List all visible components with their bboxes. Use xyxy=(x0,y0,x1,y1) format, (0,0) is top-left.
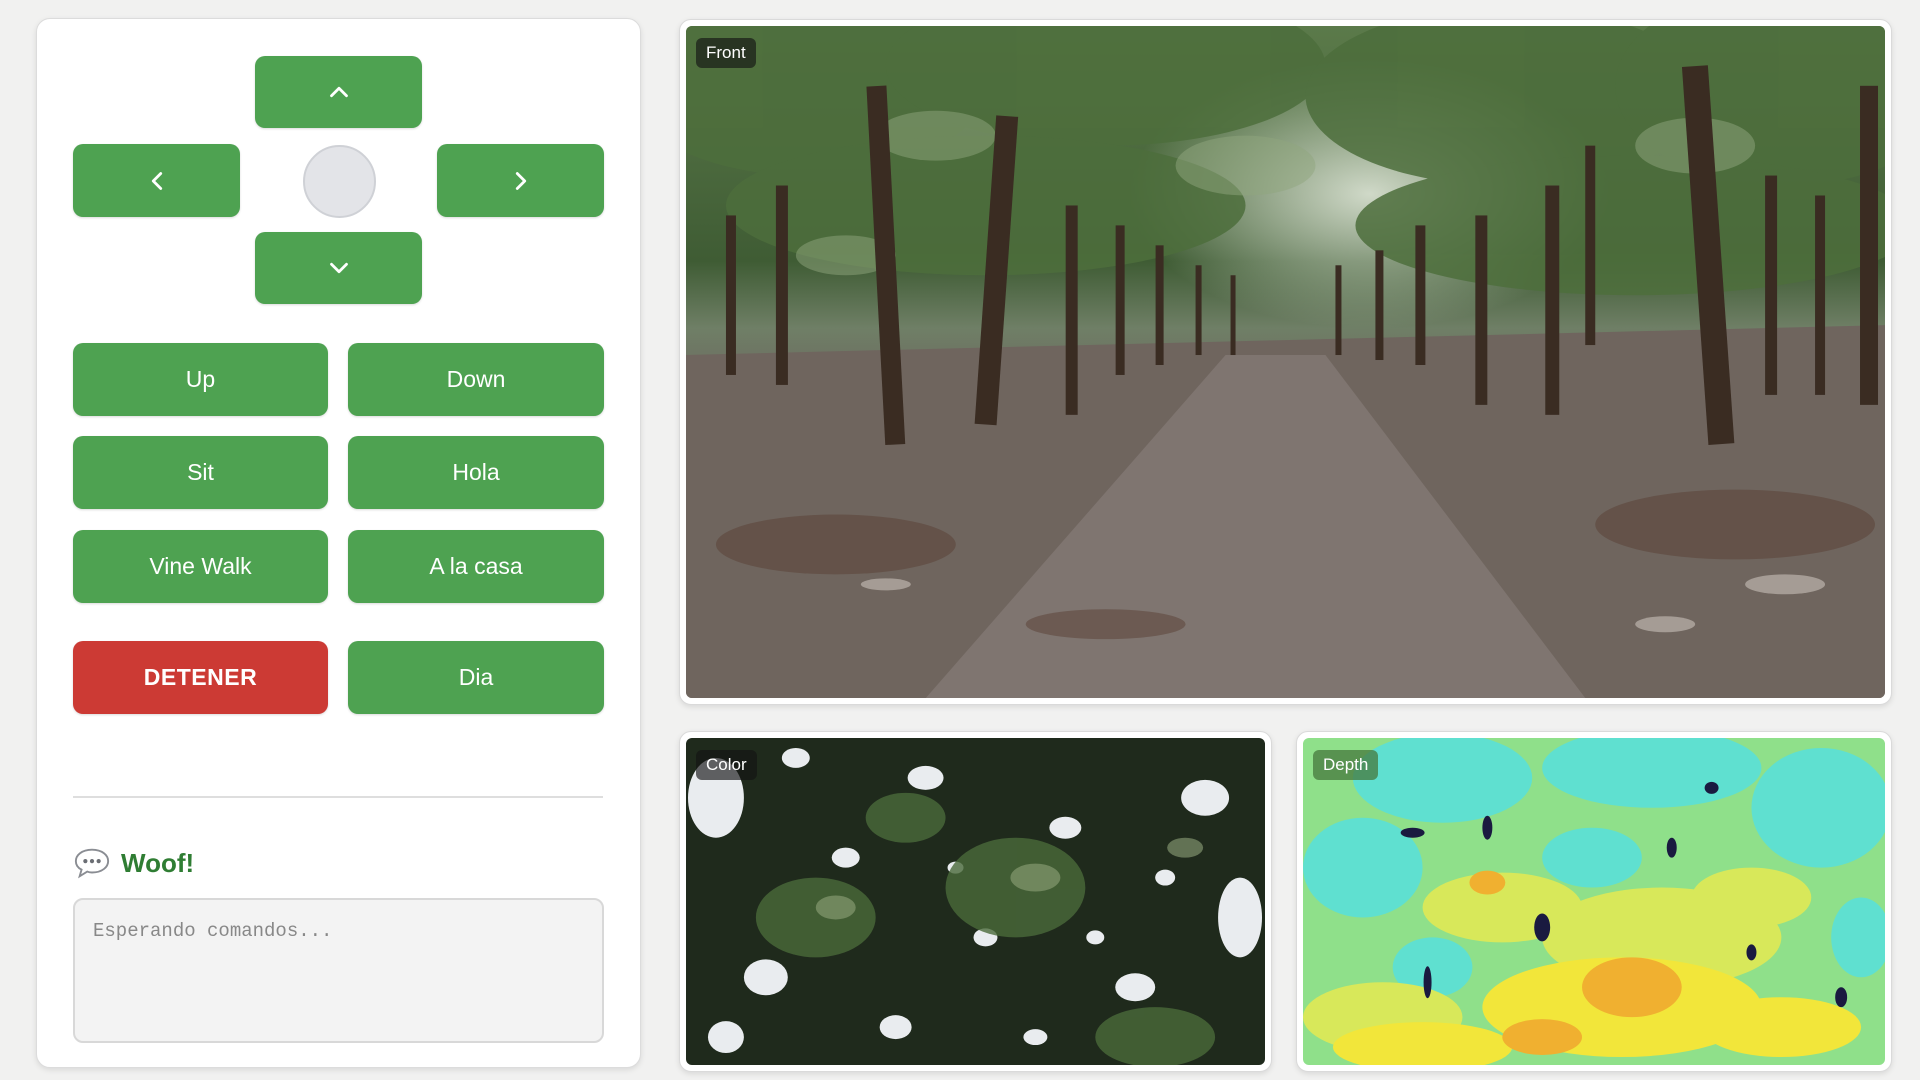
dia-button[interactable]: Dia xyxy=(348,641,604,714)
turn-left-button[interactable] xyxy=(73,144,240,217)
depth-camera-feed: Depth xyxy=(1303,738,1885,1065)
joystick-knob[interactable] xyxy=(303,145,376,218)
up-button[interactable]: Up xyxy=(73,343,328,416)
command-output-field[interactable] xyxy=(73,898,604,1043)
sit-button[interactable]: Sit xyxy=(73,436,328,509)
depth-map-image xyxy=(1303,738,1885,1065)
down-button[interactable]: Down xyxy=(348,343,604,416)
speech-bubble-icon xyxy=(74,848,110,879)
depth-camera-panel: Depth xyxy=(1296,731,1892,1072)
color-camera-feed: Color xyxy=(686,738,1265,1065)
color-camera-panel: Color xyxy=(679,731,1272,1072)
vineyard-image xyxy=(686,26,1885,698)
message-title: Woof! xyxy=(121,847,195,878)
turn-right-button[interactable] xyxy=(437,144,604,217)
chevron-down-icon xyxy=(329,262,348,274)
hola-button[interactable]: Hola xyxy=(348,436,604,509)
move-forward-button[interactable] xyxy=(255,56,422,128)
vine-walk-button[interactable]: Vine Walk xyxy=(73,530,328,603)
a-la-casa-button[interactable]: A la casa xyxy=(348,530,604,603)
stop-button[interactable]: DETENER xyxy=(73,641,328,714)
front-camera-panel: Front xyxy=(679,19,1892,705)
message-header: Woof! xyxy=(73,846,194,880)
chevron-left-icon xyxy=(151,171,162,190)
divider xyxy=(73,796,603,798)
color-camera-label: Color xyxy=(696,750,757,780)
chevron-right-icon xyxy=(515,171,526,190)
canopy-image xyxy=(686,738,1265,1065)
chevron-up-icon xyxy=(329,86,348,98)
control-panel: Up Down Sit Hola Vine Walk A la casa DET… xyxy=(36,18,641,1068)
front-camera-feed: Front xyxy=(686,26,1885,698)
move-backward-button[interactable] xyxy=(255,232,422,304)
depth-camera-label: Depth xyxy=(1313,750,1379,780)
front-camera-label: Front xyxy=(696,38,756,68)
